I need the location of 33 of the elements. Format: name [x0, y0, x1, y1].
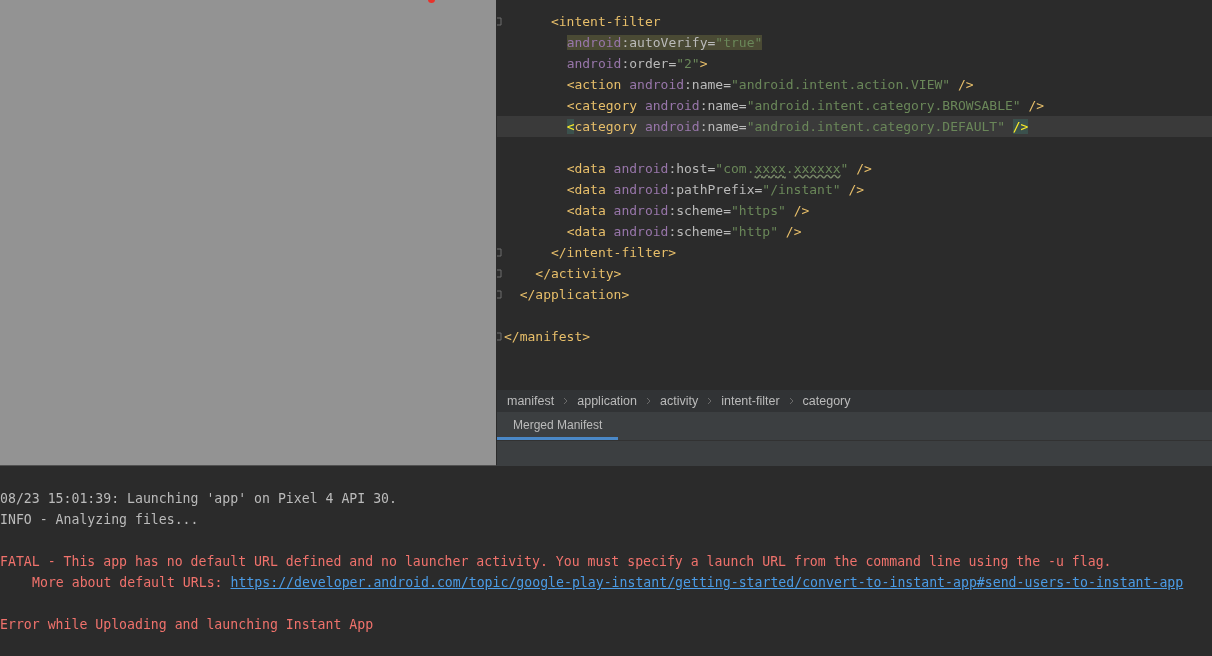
breadcrumb-item[interactable]: application — [577, 394, 637, 408]
code-line: <category android:name="android.intent.category.BROWSABLE" /> — [565, 97, 1046, 115]
code-line: <action android:name="android.intent.action.VIEW" /> — [565, 76, 975, 94]
code-line: </intent-filter> — [549, 244, 678, 262]
fold-marker-icon[interactable] — [497, 269, 502, 278]
code-line: </manifest> — [504, 328, 592, 346]
code-line: <data android:scheme="http" /> — [565, 223, 803, 241]
console-line: 08/23 15:01:39: Launching 'app' on Pixel 4 API 30. — [0, 491, 397, 506]
code-line: </activity> — [534, 265, 623, 283]
chevron-icon — [646, 397, 651, 405]
console-line: More about default URLs: — [32, 575, 224, 590]
code-line: <data android:host="com.xxxx.xxxxxx" /> — [565, 160, 873, 178]
console-line: INFO - Analyzing files... — [0, 512, 199, 527]
breadcrumb-item[interactable]: category — [802, 394, 851, 408]
chevron-icon — [707, 397, 713, 405]
fold-marker-icon[interactable] — [497, 332, 502, 341]
fold-marker-icon[interactable] — [497, 248, 502, 257]
fold-marker-icon[interactable] — [497, 17, 502, 26]
code-line: <intent-filter — [549, 13, 662, 31]
url-link[interactable]: https://developer.android.com/topic/google-play-instant/getting-started/convert-to-instant-app#send-users-to-instant-app — [230, 575, 1184, 590]
code-line: <data android:scheme="https" /> — [565, 202, 811, 220]
code-line: android:order="2"> — [565, 55, 709, 73]
code-line: </application> — [518, 286, 631, 304]
fold-marker-icon[interactable] — [497, 290, 502, 299]
breadcrumb-item[interactable]: manifest — [507, 394, 555, 408]
chevron-icon — [788, 397, 794, 405]
console-line: FATAL - This app has no default URL defined and no launcher activity. You must specify a launch URL from the command line using the -u flag. — [0, 554, 1112, 569]
breadcrumb-item[interactable]: activity — [660, 394, 699, 408]
breadcrumb-item[interactable]: intent-filter — [721, 394, 780, 408]
console-line: Error while Uploading and launching Instant App — [0, 617, 374, 632]
chevron-icon — [563, 397, 569, 405]
code-line: <data android:pathPrefix="/instant" /> — [565, 181, 866, 199]
code-line: android:autoVerify="true" — [565, 34, 764, 52]
